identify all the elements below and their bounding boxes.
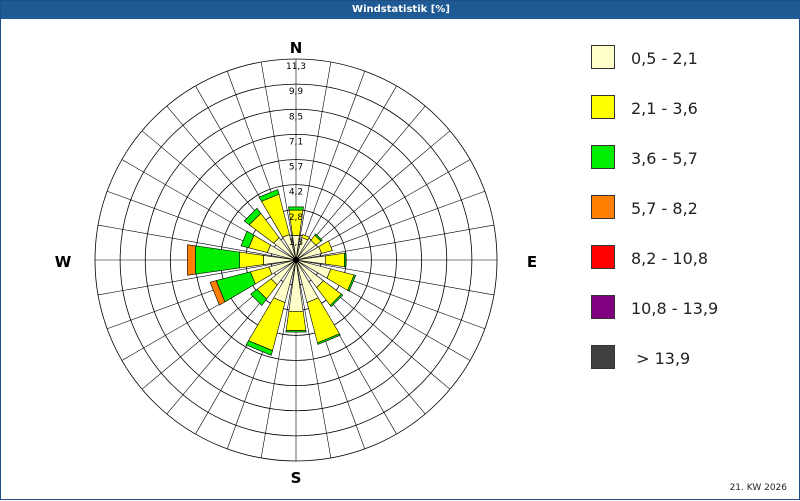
legend-swatch <box>591 345 615 369</box>
window-title: Windstatistik [%] <box>1 1 800 19</box>
legend-label: 2,1 - 3,6 <box>631 99 698 118</box>
legend-label: 8,2 - 10,8 <box>631 249 709 268</box>
grid-spoke <box>295 71 366 261</box>
wind-petals <box>187 189 357 356</box>
petal-segment-S <box>285 330 307 333</box>
chart-window: Windstatistik [%] 1,3 2,8 4,2 5,7 7,1 8,5 9,9 1… <box>0 0 800 500</box>
legend-item: 10,8 - 13,9 <box>591 295 791 323</box>
direction-label-S: S <box>291 469 302 487</box>
legend-item: 5,7 - 8,2 <box>591 195 791 223</box>
petal-segment-E <box>344 252 347 268</box>
radial-tick-label: 5,7 <box>289 163 303 173</box>
direction-label-W: W <box>55 253 72 271</box>
radial-tick-label: 8,5 <box>289 112 303 122</box>
legend-swatch <box>591 95 615 119</box>
radial-tick-label: 7,1 <box>289 137 303 147</box>
legend-item: 0,5 - 2,1 <box>591 45 791 73</box>
legend-label: > 13,9 <box>631 349 691 368</box>
legend-label: 3,6 - 5,7 <box>631 149 698 168</box>
legend-swatch <box>591 195 615 219</box>
legend-label: 10,8 - 13,9 <box>631 299 719 318</box>
petal-segment-ENE <box>318 240 333 254</box>
week-label: 21. KW 2026 <box>729 483 787 493</box>
petal-segment-S <box>288 259 304 312</box>
petal-segment-W <box>187 244 196 276</box>
direction-label-E: E <box>527 253 537 271</box>
wind-rose-plot: 1,3 2,8 4,2 5,7 7,1 8,5 9,9 11,3 N S W E <box>55 39 537 487</box>
petal-segment-E <box>324 252 345 268</box>
legend-swatch <box>591 145 615 169</box>
radial-tick-label: 9,9 <box>289 87 304 97</box>
legend-swatch <box>591 295 615 319</box>
petal-segment-W <box>195 245 240 275</box>
center-dot <box>293 257 299 263</box>
legend-item: 8,2 - 10,8 <box>591 245 791 273</box>
radial-tick-label: 11,3 <box>286 62 306 72</box>
legend-swatch <box>591 45 615 69</box>
legend-item: > 13,9 <box>591 345 791 373</box>
petal-segment-N <box>288 206 304 211</box>
legend-label: 0,5 - 2,1 <box>631 49 698 68</box>
direction-label-N: N <box>290 39 303 57</box>
legend-label: 5,7 - 8,2 <box>631 199 698 218</box>
petal-segment-S <box>285 311 307 331</box>
radial-tick-label: 2,8 <box>289 213 304 223</box>
legend-swatch <box>591 245 615 269</box>
legend-item: 2,1 - 3,6 <box>591 95 791 123</box>
radial-tick-label: 4,2 <box>289 188 303 198</box>
radial-tick-label: 1,3 <box>289 238 303 248</box>
legend-item: 3,6 - 5,7 <box>591 145 791 173</box>
petal-segment-W <box>239 251 264 269</box>
